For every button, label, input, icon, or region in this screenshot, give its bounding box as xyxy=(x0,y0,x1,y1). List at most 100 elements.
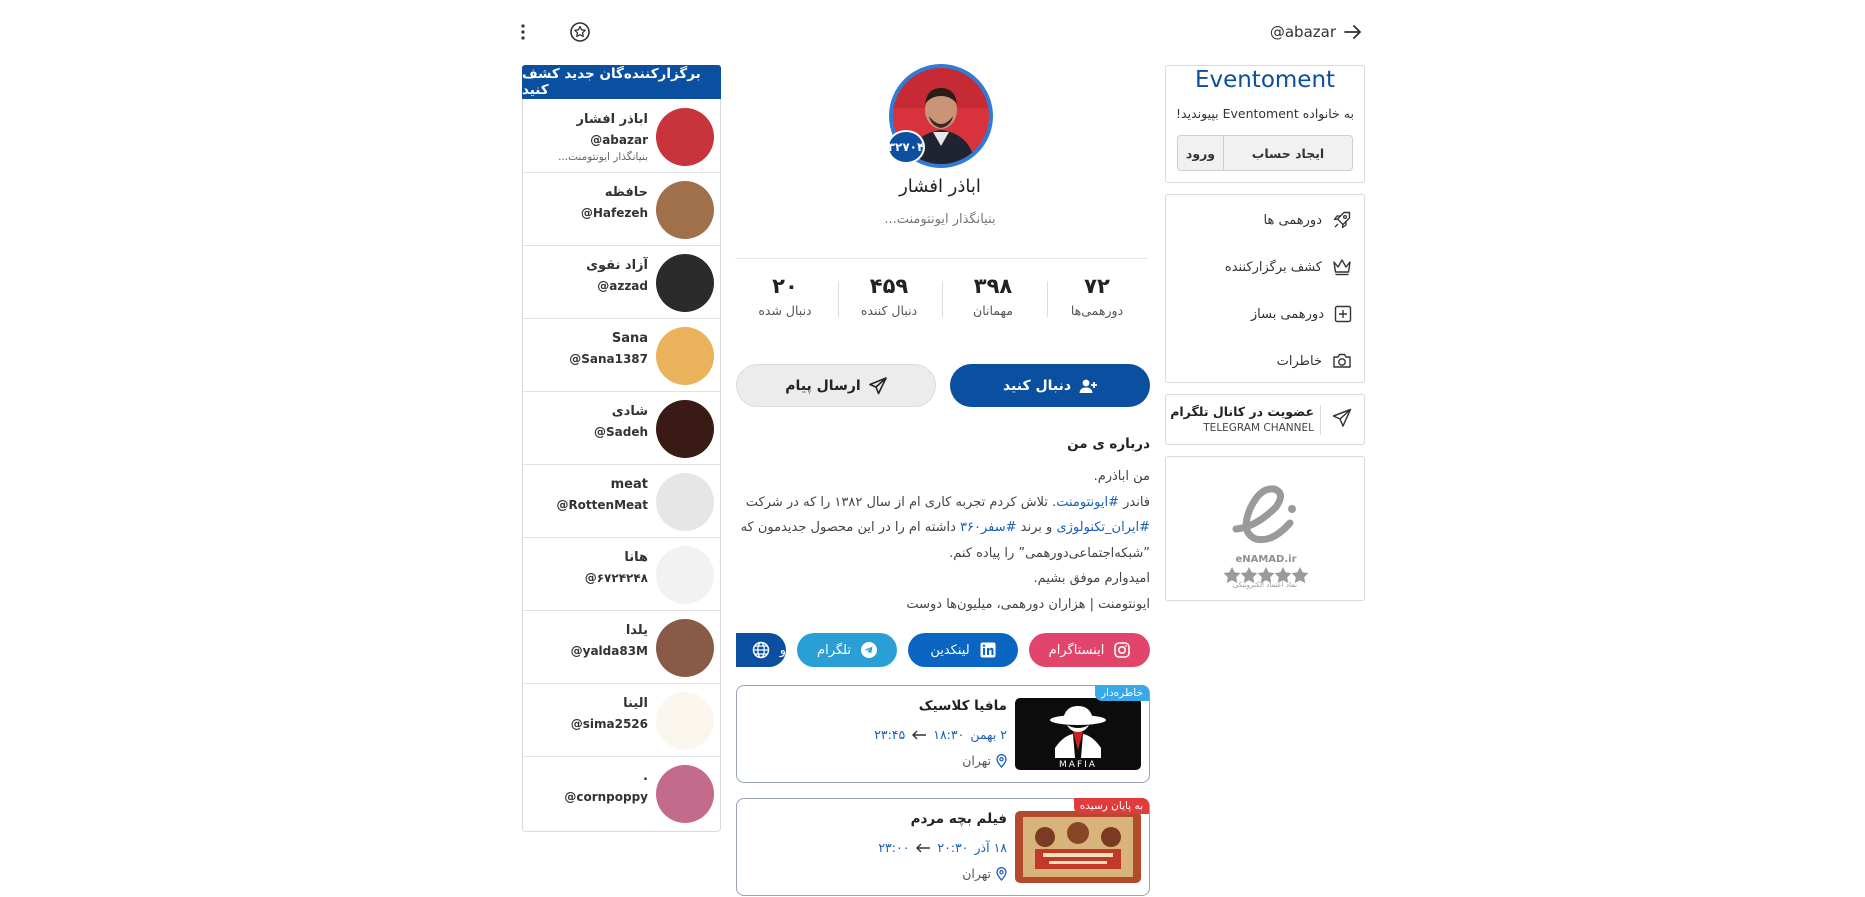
organizer-info: . @cornpoppy xyxy=(528,767,648,807)
organizer-row[interactable]: meat @RottenMeat xyxy=(523,465,720,538)
avatar[interactable] xyxy=(656,692,714,750)
login-button[interactable]: ورود xyxy=(1178,136,1224,170)
enamad-trust-seal[interactable]: eNAMAD.ir نماد اعتماد الکترونیکی xyxy=(1165,456,1365,601)
about-line: #ایران_تکنولوژی و برند #سفر۳۶۰ داشته ام … xyxy=(736,515,1150,541)
organizer-username[interactable]: @Sadeh xyxy=(528,422,648,442)
crown-icon xyxy=(1332,258,1352,276)
menu-item-memories[interactable]: خاطرات xyxy=(1182,348,1352,374)
organizer-row[interactable]: شادی @Sadeh xyxy=(523,392,720,465)
location-pin-icon xyxy=(996,753,1007,768)
telegram-subtitle: TELEGRAM CHANNEL xyxy=(1203,422,1314,434)
brand-title[interactable]: Eventoment xyxy=(1166,67,1364,93)
organizer-row[interactable]: یلدا @yalda83M xyxy=(523,611,720,684)
instagram-icon xyxy=(1114,642,1131,658)
organizer-name[interactable]: الینا xyxy=(528,694,648,714)
social-label: تلگرام xyxy=(817,642,851,658)
organizer-name[interactable]: آزاد نقوی xyxy=(528,256,648,276)
website-button[interactable]: و xyxy=(736,633,786,667)
organizer-username[interactable]: @Hafezeh xyxy=(528,203,648,223)
hashtag-link[interactable]: #سفر۳۶۰ xyxy=(960,520,1017,535)
avatar[interactable] xyxy=(656,400,714,458)
organizer-username[interactable]: @azzad xyxy=(528,276,648,296)
about-text: . تلاش کردم تجربه کاری ام از سال ۱۳۸۲ را… xyxy=(745,494,1057,510)
organizer-info: یلدا @yalda83M xyxy=(528,621,648,661)
organizer-row[interactable]: حافظه @Hafezeh xyxy=(523,173,720,246)
instagram-button[interactable]: اینستاگرام xyxy=(1029,633,1150,667)
organizer-row[interactable]: . @cornpoppy xyxy=(523,757,720,830)
menu-item-create-event[interactable]: دورهمی بساز xyxy=(1182,301,1352,327)
topbar-username: @abazar xyxy=(1269,23,1336,41)
event-image-text: MAFIA xyxy=(1059,760,1097,770)
organizer-row[interactable]: آزاد نقوی @azzad xyxy=(523,246,720,319)
linkedin-icon xyxy=(980,642,996,658)
globe-icon xyxy=(752,641,770,659)
stat-followers[interactable]: ۴۵۹ دنبال کننده xyxy=(839,273,939,321)
organizer-row[interactable]: هانا @۶۷۲۴۲۴۸ xyxy=(523,538,720,611)
organizer-info: meat @RottenMeat xyxy=(528,475,648,515)
organizer-username[interactable]: @sima2526 xyxy=(528,714,648,734)
event-time: ۲ بهمن ۱۸:۳۰ ۲۳:۴۵ xyxy=(874,727,1007,742)
profile-name: اباذر افشار xyxy=(899,176,981,197)
organizer-name[interactable]: حافظه xyxy=(528,183,648,203)
organizer-name[interactable]: . xyxy=(528,767,648,787)
organizer-name[interactable]: هانا xyxy=(528,548,648,568)
organizer-username[interactable]: @yalda83M xyxy=(528,641,648,661)
event-card[interactable]: MAFIA خاطره‌دار مافیا کلاسیک ۲ بهمن ۱۸:۳… xyxy=(736,685,1150,783)
signup-button[interactable]: ایجاد حساب xyxy=(1224,136,1352,170)
send-icon xyxy=(868,376,887,395)
stat-events[interactable]: ۷۲ دورهمی‌ها xyxy=(1047,273,1147,321)
avatar[interactable] xyxy=(656,254,714,312)
menu-item-discover-organizer[interactable]: کشف برگزارکننده xyxy=(1182,254,1352,280)
organizer-row[interactable]: اباذر افشار @abazar بنیانگذار ایونتومنت... xyxy=(523,100,720,173)
organizer-username[interactable]: @Sana1387 xyxy=(528,349,648,369)
telegram-button[interactable]: تلگرام xyxy=(797,633,897,667)
event-title: فیلم بچه مردم xyxy=(910,811,1007,827)
stat-guests[interactable]: ۳۹۸ مهمانان xyxy=(943,273,1043,321)
organizer-name[interactable]: Sana xyxy=(528,329,648,349)
stat-following[interactable]: ۲۰ دنبال شده xyxy=(735,273,835,321)
organizer-name[interactable]: یلدا xyxy=(528,621,648,641)
linkedin-button[interactable]: لینکدین xyxy=(908,633,1018,667)
avatar[interactable] xyxy=(656,181,714,239)
organizer-name[interactable]: شادی xyxy=(528,402,648,422)
follow-button[interactable]: دنبال کنید xyxy=(950,364,1150,407)
star-badge-icon[interactable] xyxy=(569,21,591,43)
event-city: تهران xyxy=(962,866,991,881)
plus-square-icon xyxy=(1334,305,1352,323)
about-line: ”شبکه‌اجتماعی‌دورهمی” را پیاده کنم. xyxy=(949,545,1150,561)
auth-button-group: ایجاد حساب ورود xyxy=(1177,135,1353,171)
stat-value: ۳۹۸ xyxy=(973,274,1013,298)
hashtag-link[interactable]: #ایران_تکنولوژی xyxy=(1056,520,1150,535)
avatar[interactable] xyxy=(656,108,714,166)
back-to-profile-link[interactable]: @abazar xyxy=(1269,20,1362,44)
organizer-row[interactable]: الینا @sima2526 xyxy=(523,684,720,757)
avatar[interactable] xyxy=(656,473,714,531)
organizer-username[interactable]: @cornpoppy xyxy=(528,787,648,807)
stat-value: ۴۵۹ xyxy=(869,274,909,298)
kebab-icon[interactable] xyxy=(516,20,530,44)
social-label: و xyxy=(779,642,786,658)
send-message-button[interactable]: ارسال پیام xyxy=(736,364,936,407)
event-card[interactable]: به پایان رسیده فیلم بچه مردم ۱۸ آذر ۲۰:۳… xyxy=(736,798,1150,896)
organizer-name[interactable]: اباذر افشار xyxy=(528,110,648,130)
camera-icon xyxy=(1332,352,1352,370)
hashtag-link[interactable]: #ایونتومنت xyxy=(1056,495,1119,510)
organizer-name[interactable]: meat xyxy=(528,475,648,495)
avatar[interactable] xyxy=(656,327,714,385)
organizer-username[interactable]: @۶۷۲۴۲۴۸ xyxy=(528,568,648,588)
stat-value: ۷۲ xyxy=(1084,274,1110,298)
organizer-bio: بنیانگذار ایونتومنت... xyxy=(558,151,648,163)
organizer-username[interactable]: @RottenMeat xyxy=(528,495,648,515)
organizer-username[interactable]: @abazar xyxy=(528,130,648,150)
telegram-channel-card[interactable]: عضویت در کانال تلگرام TELEGRAM CHANNEL xyxy=(1165,394,1365,445)
avatar[interactable] xyxy=(656,546,714,604)
organizer-row[interactable]: Sana @Sana1387 xyxy=(523,319,720,392)
event-start: ۲۰:۳۰ xyxy=(937,840,969,855)
telegram-title: عضویت در کانال تلگرام xyxy=(1170,404,1314,419)
avatar[interactable] xyxy=(656,765,714,823)
organizer-info: Sana @Sana1387 xyxy=(528,329,648,369)
avatar[interactable] xyxy=(656,619,714,677)
profile-bio: بنیانگذار ایونتومنت... xyxy=(884,212,996,227)
menu-item-events[interactable]: دورهمی ها xyxy=(1182,207,1352,233)
stat-label: دورهمی‌ها xyxy=(1070,303,1124,318)
